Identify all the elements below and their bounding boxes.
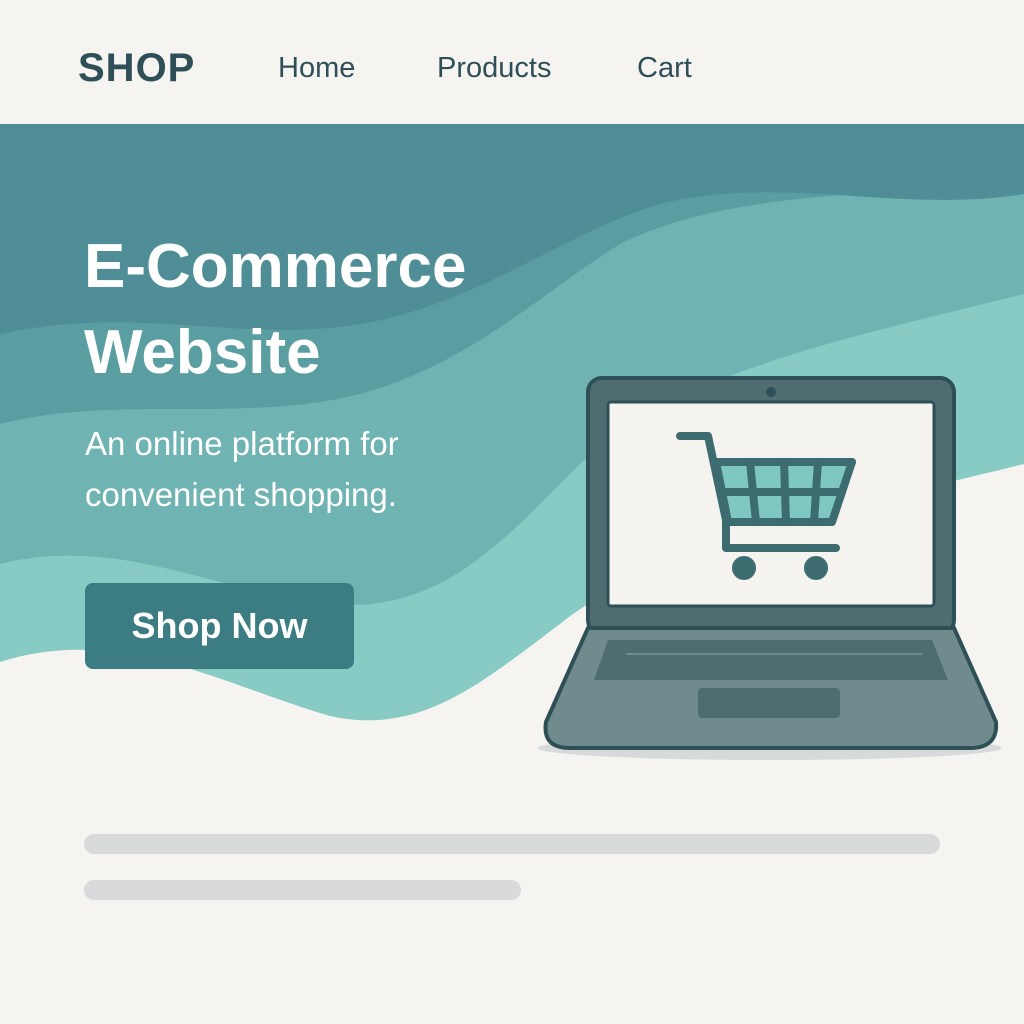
hero-title: E-Commerce Website [84, 224, 604, 396]
brand-logo[interactable]: SHOP [78, 44, 195, 92]
placeholder-line-1 [84, 834, 940, 854]
hero-title-line-2: Website [84, 318, 321, 387]
nav-link-products[interactable]: Products [437, 50, 551, 86]
nav-link-cart[interactable]: Cart [637, 50, 692, 86]
placeholder-line-2 [84, 880, 521, 900]
hero-title-line-1: E-Commerce [84, 232, 467, 301]
laptop-icon [538, 376, 1002, 760]
hero-subtitle-line-1: An online platform for [85, 425, 399, 462]
page: SHOP Home Products Cart E-Commerce Websi… [0, 0, 1024, 1024]
hero-subtitle: An online platform for convenient shoppi… [85, 418, 485, 520]
shop-now-button[interactable]: Shop Now [85, 583, 354, 669]
nav-link-home[interactable]: Home [278, 50, 355, 86]
hero-subtitle-line-2: convenient shopping. [85, 476, 397, 513]
navbar: SHOP Home Products Cart [0, 0, 1024, 124]
